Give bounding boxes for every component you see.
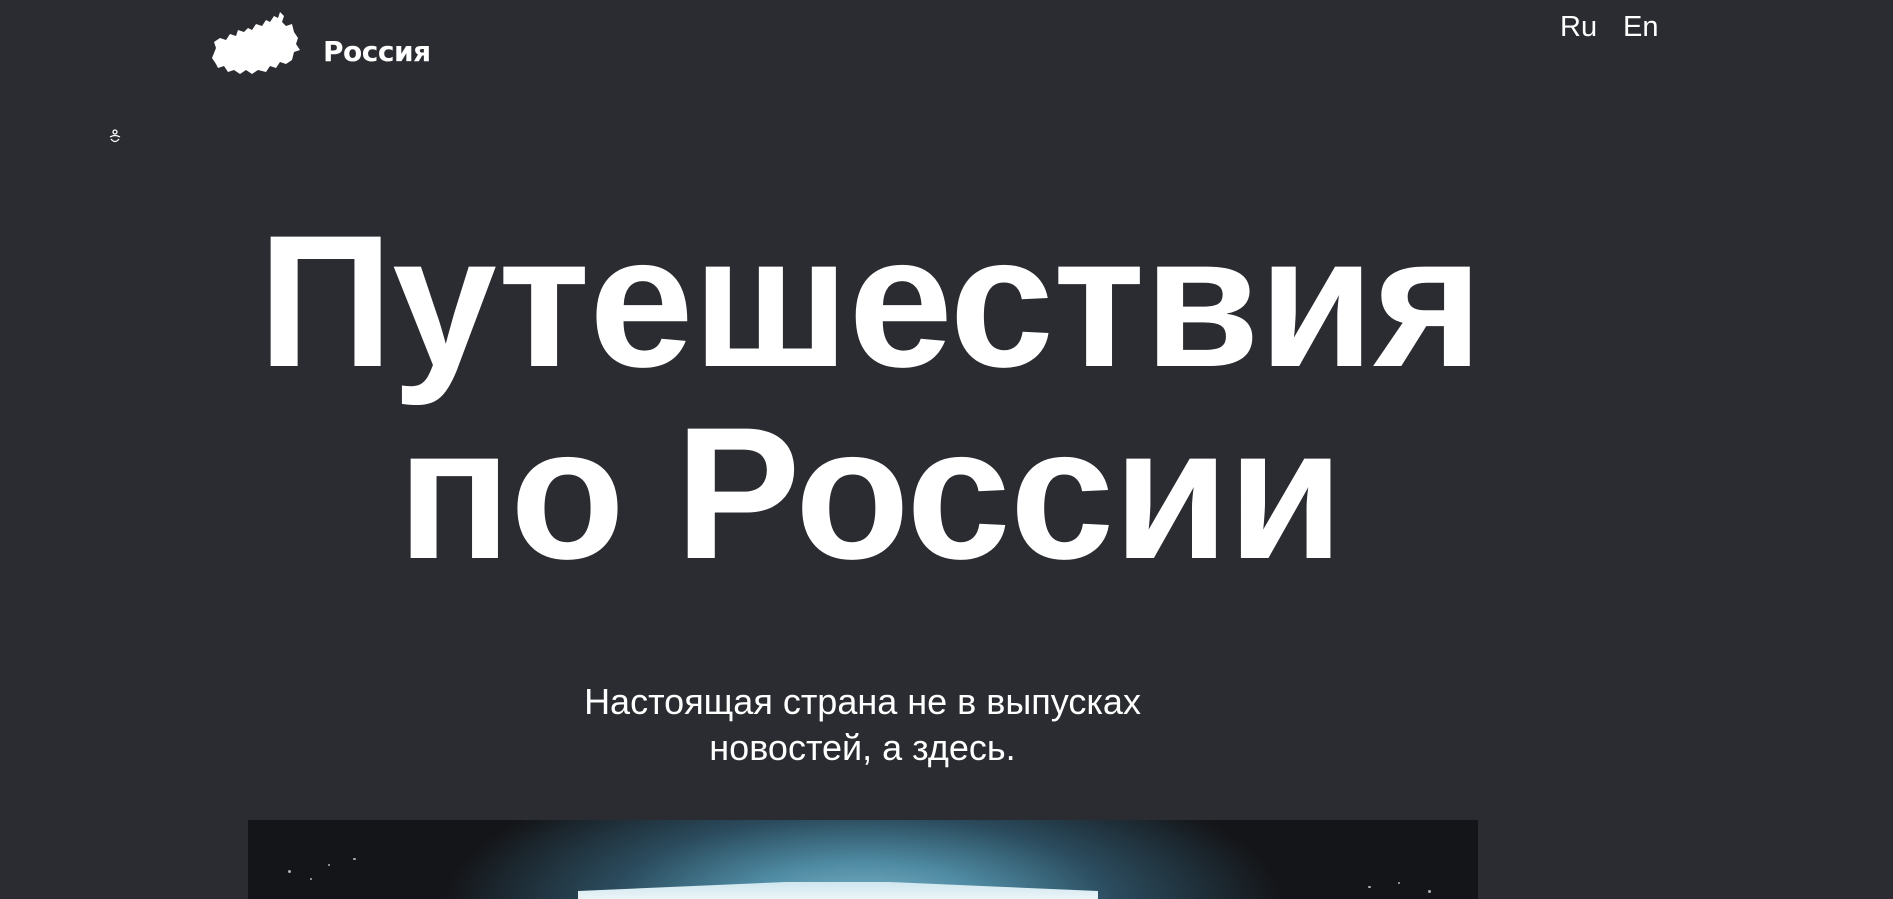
logo-text: Россия bbox=[323, 34, 431, 68]
page: Россия Ru En Путешествия по России Насто… bbox=[0, 0, 1893, 899]
hero-video-speck bbox=[1398, 882, 1400, 884]
hero-video-speck bbox=[328, 864, 330, 866]
hero-title-line-2: по России bbox=[397, 388, 1344, 598]
logo-link[interactable]: Россия bbox=[208, 8, 431, 78]
hero-title-line-1: Путешествия bbox=[258, 196, 1483, 406]
hero-video-speck bbox=[310, 878, 312, 880]
accessibility-icon[interactable] bbox=[108, 129, 122, 145]
hero-subtitle-line-1: Настоящая страна не в выпусках bbox=[584, 681, 1141, 722]
hero-video-speck bbox=[1368, 886, 1371, 888]
hero-video-speck bbox=[288, 870, 291, 873]
russia-map-icon bbox=[212, 12, 300, 74]
hero-video-speck bbox=[1428, 890, 1431, 893]
language-en-link[interactable]: En bbox=[1623, 10, 1658, 44]
hero-subtitle: Настоящая страна не в выпусках новостей,… bbox=[530, 679, 1195, 771]
hero-subtitle-line-2: новостей, а здесь. bbox=[709, 727, 1016, 768]
hero-title: Путешествия по России bbox=[0, 205, 1740, 589]
hero-video-speck bbox=[353, 858, 356, 860]
hero-video[interactable] bbox=[248, 820, 1478, 899]
language-ru-link[interactable]: Ru bbox=[1560, 10, 1597, 44]
